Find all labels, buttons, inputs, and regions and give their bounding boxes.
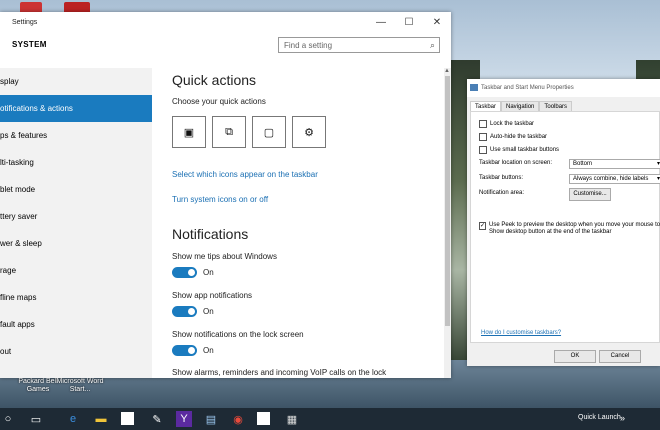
checkbox-box — [479, 133, 487, 141]
tablet-mode-icon[interactable]: ▣ — [172, 116, 206, 148]
quick-actions-heading: Quick actions — [172, 72, 257, 88]
scroll-up-icon[interactable]: ▲ — [444, 68, 450, 74]
checkbox-label: Lock the taskbar — [490, 121, 535, 127]
location-label: Taskbar location on screen: — [479, 160, 553, 166]
nav-item-tablet-mode[interactable]: blet mode — [0, 176, 152, 203]
taskbar-properties-window: Taskbar and Start Menu Properties Taskba… — [467, 79, 660, 366]
task-view-icon[interactable]: ▭ — [28, 411, 44, 427]
checkbox-box — [479, 120, 487, 128]
yahoo-icon[interactable]: Y — [176, 411, 192, 427]
toggle-label: Show me tips about Windows — [172, 252, 277, 261]
search-placeholder: Find a setting — [284, 41, 333, 50]
minimize-button[interactable]: — — [367, 12, 395, 32]
toggle-label: Show app notifications — [172, 291, 253, 300]
scrollbar-thumb[interactable] — [445, 76, 450, 326]
app-icon[interactable] — [121, 412, 134, 425]
toggle-label-cut: Show alarms, reminders and incoming VoIP… — [172, 368, 387, 377]
lock-screen-toggle[interactable] — [172, 345, 197, 356]
settings-content: Quick actions Choose your quick actions … — [172, 72, 437, 377]
start-icon[interactable]: ○ — [0, 411, 16, 427]
nav-item-offline-maps[interactable]: fline maps — [0, 284, 152, 311]
nav-item-notifications[interactable]: otifications & actions — [0, 95, 152, 122]
toggle-state: On — [203, 307, 214, 316]
photos-icon[interactable]: ▤ — [203, 411, 219, 427]
buttons-select[interactable]: Always combine, hide labels ▾ — [569, 174, 660, 184]
app-notifications-toggle[interactable] — [172, 306, 197, 317]
customise-button[interactable]: Customise... — [569, 188, 611, 201]
notifications-heading: Notifications — [172, 226, 249, 242]
toggle-state: On — [203, 346, 214, 355]
search-icon: ⌕ — [429, 40, 435, 50]
settings-nav: splay otifications & actions ps & featur… — [0, 68, 152, 378]
checkbox-box: ✓ — [479, 222, 487, 230]
chrome-icon[interactable]: ◉ — [230, 411, 246, 427]
settings-gear-icon[interactable]: ⚙ — [292, 116, 326, 148]
desktop-icon-label: Microsoft Word Start... — [56, 378, 104, 393]
scrollbar[interactable]: ▲ — [444, 68, 451, 378]
buttons-value: Always combine, hide labels — [573, 176, 649, 182]
tray-chevron-icon[interactable]: » — [620, 413, 625, 423]
connect-icon[interactable]: ⧉ — [212, 116, 246, 148]
location-value: Bottom — [573, 161, 593, 167]
nav-item-apps-features[interactable]: ps & features — [0, 122, 152, 149]
quick-actions-subheading: Choose your quick actions — [172, 97, 266, 106]
checkbox-label: Use small taskbar buttons — [490, 147, 560, 153]
search-input[interactable]: Find a setting ⌕ — [278, 37, 440, 53]
small-buttons-checkbox[interactable]: Use small taskbar buttons — [479, 146, 559, 154]
nav-item-battery-saver[interactable]: ttery saver — [0, 203, 152, 230]
taskbar: ○ ▭ e ▬ ✎ Y ▤ ◉ ▦ Quick Launch » — [0, 408, 660, 430]
explorer-icon[interactable]: ▬ — [93, 411, 109, 427]
nav-item-storage[interactable]: rage — [0, 257, 152, 284]
checkbox-box — [479, 146, 487, 154]
settings-titlebar[interactable]: Settings — ☐ ✕ — [0, 12, 451, 32]
auto-hide-checkbox[interactable]: Auto-hide the taskbar — [479, 133, 547, 141]
lock-taskbar-checkbox[interactable]: Lock the taskbar — [479, 120, 534, 128]
nav-item-about[interactable]: out — [0, 338, 152, 365]
toggle-state: On — [203, 268, 214, 277]
properties-panel: Lock the taskbar Auto-hide the taskbar U… — [470, 111, 660, 343]
nav-item-default-apps[interactable]: fault apps — [0, 311, 152, 338]
desktop-icon-label: Packard Bell Games — [18, 378, 58, 393]
section-title: SYSTEM — [12, 40, 47, 49]
properties-title: Taskbar and Start Menu Properties — [481, 85, 574, 91]
checkbox-label: Auto-hide the taskbar — [490, 134, 548, 140]
tips-toggle[interactable] — [172, 267, 197, 278]
props-app-icon[interactable]: ▦ — [284, 411, 300, 427]
close-button[interactable]: ✕ — [423, 12, 451, 32]
checkbox-label: Use Peek to preview the desktop when you… — [489, 222, 660, 235]
settings-app-icon[interactable] — [257, 412, 270, 425]
peek-checkbox[interactable]: ✓ Use Peek to preview the desktop when y… — [479, 222, 660, 236]
select-icons-link[interactable]: Select which icons appear on the taskbar — [172, 170, 437, 179]
edge-icon[interactable]: e — [65, 411, 81, 427]
notification-area-label: Notification area: — [479, 190, 525, 196]
nav-item-multitasking[interactable]: lti-tasking — [0, 149, 152, 176]
location-select[interactable]: Bottom ▾ — [569, 159, 660, 169]
system-icons-link[interactable]: Turn system icons on or off — [172, 195, 437, 204]
buttons-label: Taskbar buttons: — [479, 175, 524, 181]
toggle-label: Show notifications on the lock screen — [172, 330, 304, 339]
quick-launch-label[interactable]: Quick Launch — [578, 414, 621, 421]
ok-button[interactable]: OK — [554, 350, 596, 363]
note-icon[interactable]: ▢ — [252, 116, 286, 148]
properties-titlebar[interactable]: Taskbar and Start Menu Properties — [467, 79, 660, 97]
cancel-button[interactable]: Cancel — [599, 350, 641, 363]
help-link[interactable]: How do I customise taskbars? — [481, 330, 561, 336]
maximize-button[interactable]: ☐ — [395, 12, 423, 32]
nav-item-power-sleep[interactable]: wer & sleep — [0, 230, 152, 257]
tool-icon[interactable]: ✎ — [149, 411, 165, 427]
window-title: Settings — [12, 18, 38, 26]
nav-item-display[interactable]: splay — [0, 68, 152, 95]
taskbar-app-icon — [470, 84, 478, 91]
settings-window: Settings — ☐ ✕ SYSTEM Find a setting ⌕ s… — [0, 12, 451, 378]
